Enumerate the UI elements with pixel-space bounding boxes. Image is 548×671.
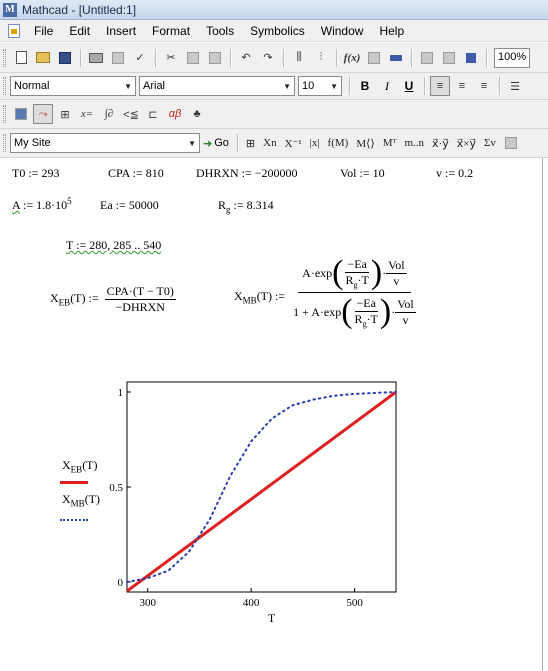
legend-label-xmb: XMB(T) [62, 492, 101, 509]
x-axis-label: T [268, 611, 276, 625]
legend-swatch-xeb [60, 481, 88, 484]
y-tick-label: 0.5 [109, 482, 123, 494]
y-tick-label: 0 [118, 577, 124, 589]
legend-swatch-xmb [60, 519, 88, 521]
x-tick-label: 500 [346, 597, 363, 609]
x-tick-label: 300 [139, 597, 156, 609]
x-tick-label: 400 [243, 597, 260, 609]
xy-plot[interactable]: 0 0.5 1 300 400 500 T [0, 0, 548, 671]
legend-label-xeb: XEB(T) [62, 458, 98, 475]
y-tick-label: 1 [118, 387, 124, 399]
